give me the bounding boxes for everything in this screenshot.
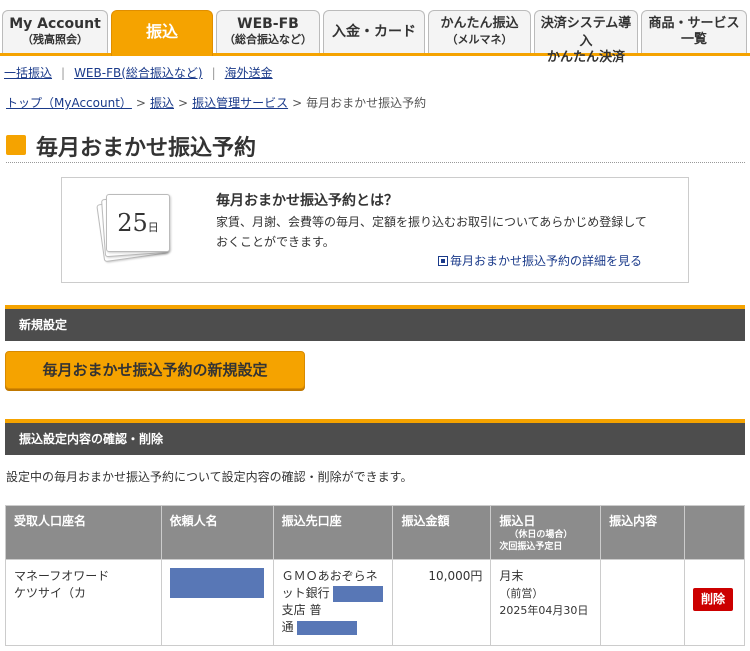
- calendar-number: 25: [117, 209, 148, 237]
- tab-easy-transfer[interactable]: かんたん振込 （メルマネ）: [428, 10, 531, 53]
- date-day: 月末: [499, 569, 524, 583]
- tab-sublabel: （残高照会）: [22, 33, 88, 46]
- bank-line3: 支店 普: [281, 603, 322, 617]
- title-marker-icon: [6, 135, 26, 155]
- bank-line4: 通: [281, 620, 294, 634]
- window-icon: [438, 256, 448, 266]
- header-date: 振込日 （休日の場合） 次回振込予定日: [490, 505, 602, 560]
- bank-line2: ット銀行: [281, 586, 330, 600]
- tab-sublabel: （メルマネ）: [446, 33, 513, 46]
- breadcrumb-transfer-management[interactable]: 振込管理サービス: [192, 96, 288, 110]
- detail-link-text[interactable]: 毎月おまかせ振込予約の詳細を見る: [450, 254, 642, 268]
- tab-deposit-card[interactable]: 入金・カード: [323, 10, 425, 53]
- tab-sublabel: かんたん決済: [546, 50, 625, 65]
- main-tab-bar: My Account （残高照会） 振込 WEB-FB （総合振込など） 入金・…: [0, 0, 750, 65]
- tab-sublabel: 一覧: [680, 32, 707, 47]
- subnav-web-fb[interactable]: WEB-FB(総合振込など): [74, 66, 203, 80]
- info-box: 25日 毎月おまかせ振込予約とは？ 家賃、月謝、会費等の毎月、定額を振り込むお取…: [61, 177, 689, 283]
- breadcrumb: トップ（MyAccount） > 振込 > 振込管理サービス > 毎月おまかせ振込予約: [6, 96, 427, 110]
- tab-my-account[interactable]: My Account （残高照会）: [2, 10, 108, 53]
- tab-web-fb[interactable]: WEB-FB （総合振込など）: [216, 10, 320, 53]
- table-header-row: 受取人口座名 依頼人名 振込先口座 振込金額 振込日 （休日の場合） 次回振込予…: [5, 505, 746, 560]
- tab-transfer[interactable]: 振込: [111, 10, 213, 56]
- cell-payee: マネーフオワード ケツサイ（カ: [5, 559, 162, 646]
- info-body: 家賃、月謝、会費等の毎月、定額を振り込むお取引についてあらかじめ登録しておくこと…: [216, 215, 647, 249]
- header-content: 振込内容: [600, 505, 685, 560]
- breadcrumb-current: 毎月おまかせ振込予約: [306, 96, 427, 110]
- cell-date: 月末 （前営） 2025年04月30日: [490, 559, 602, 646]
- header-amount: 振込金額: [392, 505, 492, 560]
- bank-line1: ＧＭＯあおぞらネ: [281, 569, 378, 583]
- header-date-sub2: 次回振込予定日: [499, 542, 563, 552]
- cell-amount: 10,000円: [392, 559, 492, 646]
- breadcrumb-transfer[interactable]: 振込: [150, 96, 174, 110]
- header-date-sub1: （休日の場合）: [509, 530, 573, 540]
- cell-destination: ＧＭＯあおぞらネ ット銀行 支店 普 通: [272, 559, 394, 646]
- subnav-overseas-remittance[interactable]: 海外送金: [225, 66, 273, 80]
- cell-action: 削除: [683, 559, 746, 646]
- header-action: [683, 505, 746, 560]
- section-header-new: 新規設定: [5, 305, 745, 341]
- tab-label: 決済システム導入: [540, 16, 632, 49]
- section-header-confirm: 振込設定内容の確認・削除: [5, 419, 745, 455]
- delete-button[interactable]: 削除: [692, 588, 733, 611]
- tab-sublabel: （総合振込など）: [224, 33, 312, 46]
- header-payee: 受取人口座名: [5, 505, 162, 560]
- tab-label: 振込: [145, 22, 178, 41]
- info-heading: 毎月おまかせ振込予約とは？: [216, 193, 398, 209]
- sub-navigation: 一括振込 | WEB-FB(総合振込など) | 海外送金: [4, 64, 273, 82]
- header-requester: 依頼人名: [160, 505, 274, 560]
- redacted-block: [169, 568, 264, 598]
- table-row: マネーフオワード ケツサイ（カ ＧＭＯあおぞらネ ット銀行 支店 普 通 10,…: [5, 559, 746, 646]
- detail-link[interactable]: 毎月おまかせ振込予約の詳細を見る: [438, 252, 642, 269]
- redacted-block: [333, 585, 384, 602]
- page-title-row: 毎月おまかせ振込予約: [6, 133, 745, 163]
- tab-payment-system[interactable]: 決済システム導入 かんたん決済: [534, 10, 638, 65]
- tab-label: 商品・サービス: [648, 16, 740, 31]
- header-date-label: 振込日: [499, 514, 536, 528]
- confirm-description: 設定中の毎月おまかせ振込予約について設定内容の確認・削除ができます。: [6, 470, 413, 484]
- cell-content: [600, 559, 685, 646]
- new-setting-button[interactable]: 毎月おまかせ振込予約の新規設定: [5, 351, 305, 389]
- redacted-block: [297, 620, 358, 635]
- divider: |: [61, 66, 66, 80]
- page-title: 毎月おまかせ振込予約: [36, 136, 257, 161]
- tab-label: 入金・カード: [332, 24, 416, 40]
- date-holiday: （前営）: [499, 587, 544, 600]
- divider: |: [211, 66, 216, 80]
- breadcrumb-top[interactable]: トップ（MyAccount）: [6, 96, 132, 110]
- calendar-icon: 25日: [96, 190, 170, 263]
- calendar-unit: 日: [147, 221, 159, 234]
- date-next: 2025年04月30日: [499, 604, 589, 617]
- payee-line2: ケツサイ（カ: [14, 586, 87, 600]
- reservation-table: 受取人口座名 依頼人名 振込先口座 振込金額 振込日 （休日の場合） 次回振込予…: [5, 505, 746, 646]
- tab-label: WEB-FB: [237, 16, 299, 32]
- tab-products-services[interactable]: 商品・サービス 一覧: [641, 10, 747, 53]
- cell-requester: [160, 559, 274, 646]
- header-destination: 振込先口座: [272, 505, 394, 560]
- subnav-bulk-transfer[interactable]: 一括振込: [4, 66, 52, 80]
- tab-label: かんたん振込: [440, 16, 519, 31]
- tab-label: My Account: [9, 16, 101, 32]
- payee-line1: マネーフオワード: [14, 569, 110, 583]
